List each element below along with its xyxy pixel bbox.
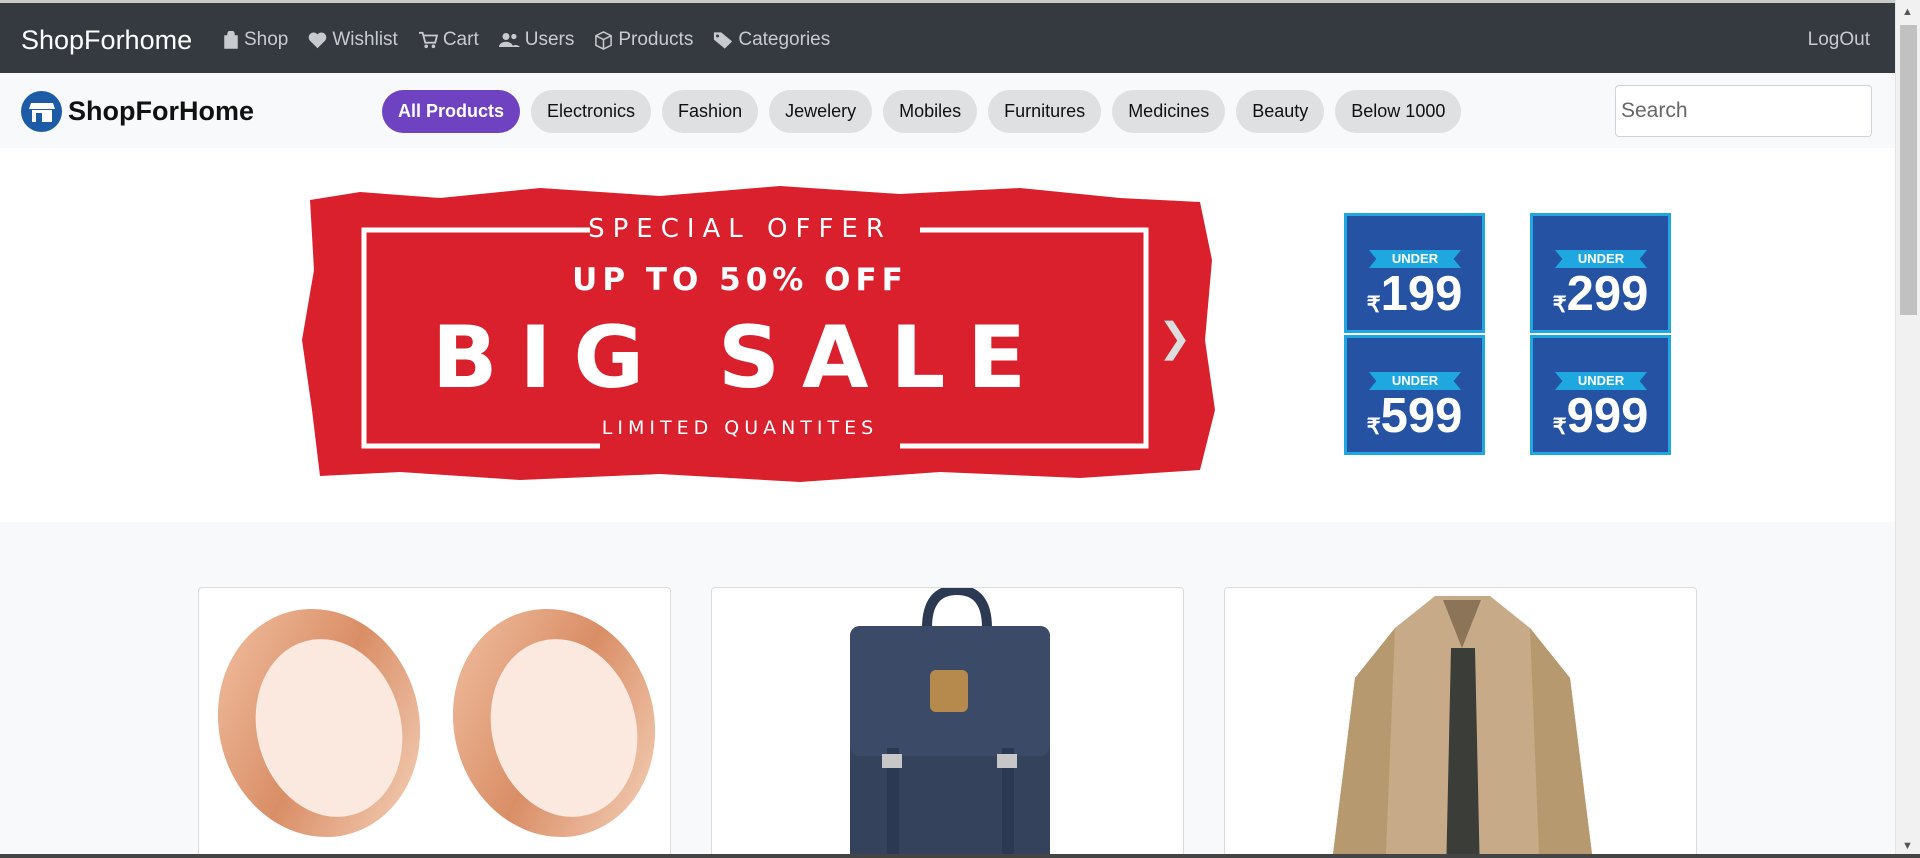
product-image-backpack (850, 588, 1050, 858)
nav-wishlist-label: Wishlist (332, 29, 398, 50)
nav-cart[interactable]: Cart (418, 29, 479, 51)
banner-big-sale: BIG SALE (431, 308, 1049, 408)
sale-banner[interactable]: SPECIAL OFFER UP TO 50% OFF BIG SALE LIM… (300, 180, 1220, 486)
nav-wishlist[interactable]: Wishlist (308, 29, 398, 51)
nav-users-label: Users (524, 29, 575, 50)
price-amount: 299 (1566, 267, 1649, 321)
nav-shop[interactable]: Shop (223, 29, 288, 51)
site-logo[interactable]: ShopForHome (21, 91, 254, 132)
top-navbar: ShopForhome Shop Wishlist Cart Users Pro… (0, 0, 1895, 73)
rupee-symbol: ₹ (1552, 292, 1567, 317)
logout-link[interactable]: LogOut (1808, 29, 1870, 51)
price-value: ₹599 (1347, 388, 1482, 444)
category-below-1000[interactable]: Below 1000 (1335, 90, 1462, 133)
category-medicines[interactable]: Medicines (1112, 90, 1226, 133)
rupee-symbol: ₹ (1552, 414, 1567, 439)
category-furnitures[interactable]: Furnitures (988, 90, 1102, 133)
price-tile-299[interactable]: UNDER ₹299 (1530, 213, 1671, 333)
window-bottom-edge (0, 854, 1920, 858)
product-card-backpack[interactable] (711, 587, 1184, 858)
price-tile-199[interactable]: UNDER ₹199 (1344, 213, 1485, 333)
nav-users[interactable]: Users (498, 29, 575, 51)
category-pills: All Products Electronics Fashion Jeweler… (382, 90, 1472, 133)
category-all-products[interactable]: All Products (382, 90, 521, 133)
users-icon (498, 33, 520, 47)
box-icon (595, 30, 613, 50)
rupee-symbol: ₹ (1366, 292, 1381, 317)
category-jewelery[interactable]: Jewelery (769, 90, 873, 133)
banner-discount: UP TO 50% OFF (572, 262, 908, 298)
search-input[interactable] (1615, 85, 1872, 137)
rupee-symbol: ₹ (1366, 414, 1381, 439)
category-mobiles[interactable]: Mobiles (883, 90, 978, 133)
tag-icon (714, 31, 733, 49)
category-fashion[interactable]: Fashion (662, 90, 759, 133)
price-value: ₹299 (1533, 266, 1668, 322)
price-tile-599[interactable]: UNDER ₹599 (1344, 335, 1485, 455)
price-amount: 599 (1380, 389, 1463, 443)
logo-text: ShopForHome (68, 96, 254, 126)
category-electronics[interactable]: Electronics (531, 90, 652, 133)
nav-products[interactable]: Products (594, 29, 693, 51)
cart-icon (418, 31, 438, 49)
product-image-jacket (1332, 596, 1593, 858)
nav-cart-label: Cart (442, 29, 479, 50)
price-amount: 999 (1566, 389, 1649, 443)
category-beauty[interactable]: Beauty (1236, 90, 1325, 133)
scroll-thumb[interactable] (1900, 25, 1917, 315)
banner-special-offer: SPECIAL OFFER (588, 214, 892, 244)
price-value: ₹199 (1347, 266, 1482, 322)
price-tile-999[interactable]: UNDER ₹999 (1530, 335, 1671, 455)
nav-categories-label: Categories (738, 29, 831, 50)
banner-limited: LIMITED QUANTITES (601, 417, 879, 439)
nav-products-label: Products (618, 29, 694, 50)
nav-shop-label: Shop (244, 29, 289, 50)
brand-link[interactable]: ShopForhome (21, 25, 192, 56)
heart-icon (309, 31, 327, 48)
price-value: ₹999 (1533, 388, 1668, 444)
top-nav: Shop Wishlist Cart Users Products Catego… (223, 29, 850, 51)
scroll-up-arrow-icon[interactable]: ▲ (1902, 6, 1913, 18)
product-card-ear-tunnels[interactable] (198, 587, 671, 858)
category-bar: ShopForHome All Products Electronics Fas… (0, 73, 1895, 148)
product-image-ear-tunnels (217, 608, 656, 838)
store-icon (21, 91, 62, 132)
nav-categories[interactable]: Categories (713, 29, 830, 51)
banner-area: SPECIAL OFFER UP TO 50% OFF BIG SALE LIM… (0, 148, 1895, 522)
shopping-bag-icon (224, 31, 238, 49)
product-card-jacket[interactable] (1224, 587, 1697, 858)
price-amount: 199 (1380, 267, 1463, 321)
page-scrollbar[interactable]: ▲ ▼ (1895, 0, 1920, 858)
scroll-down-arrow-icon[interactable]: ▼ (1902, 840, 1913, 852)
carousel-next-icon[interactable]: ❯ (1158, 315, 1192, 361)
